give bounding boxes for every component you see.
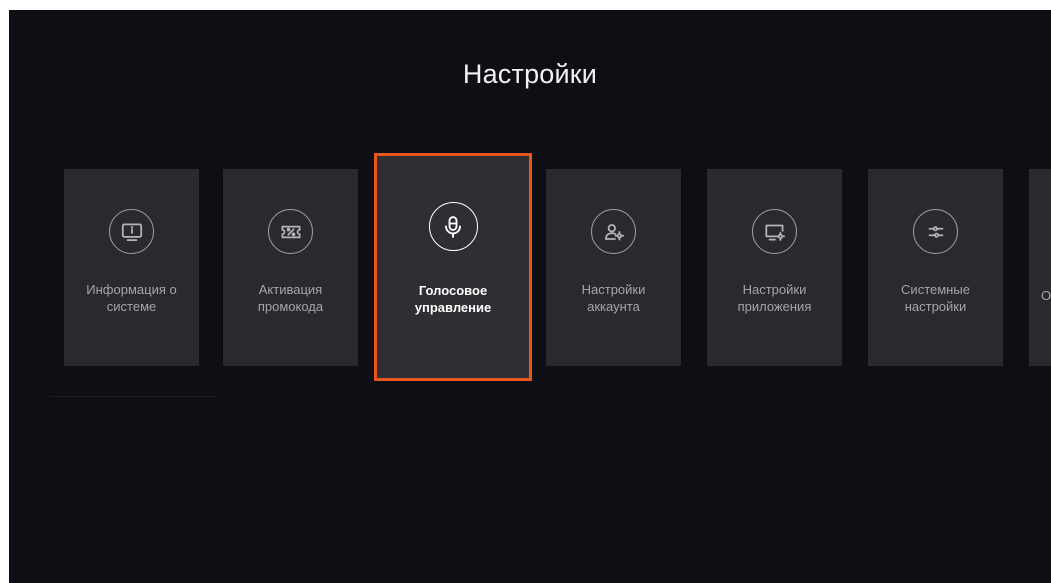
tile-label: Информация о системе <box>86 282 177 314</box>
tile-voice-control[interactable]: Голосовое управление <box>374 153 532 381</box>
sliders-icon <box>913 209 958 254</box>
tile-label: Активация промокода <box>257 282 324 314</box>
info-tv-icon <box>109 209 154 254</box>
tile-label: Настройки аккаунта <box>581 282 646 314</box>
account-settings-icon <box>591 209 636 254</box>
tile-label: О <box>1041 288 1051 303</box>
tile-account-settings[interactable]: Настройки аккаунта <box>546 169 681 366</box>
app-settings-icon <box>752 209 797 254</box>
tile-label: Настройки приложения <box>737 282 812 314</box>
page-title: Настройки <box>462 59 598 89</box>
tile-system-settings[interactable]: Системные настройки <box>868 169 1003 366</box>
divider <box>49 396 219 397</box>
tile-app-settings[interactable]: Настройки приложения <box>707 169 842 366</box>
tile-system-info[interactable]: Информация о системе <box>64 169 199 366</box>
microphone-icon <box>428 202 478 251</box>
tile-label: Голосовое управление <box>414 283 492 315</box>
tile-promo-activation[interactable]: Активация промокода <box>223 169 358 366</box>
tile-label: Системные настройки <box>901 282 970 314</box>
tile-about[interactable]: О <box>1029 169 1051 366</box>
settings-screen: Настройки Информация о системе Активация… <box>9 10 1051 583</box>
promo-ticket-icon <box>268 209 313 254</box>
